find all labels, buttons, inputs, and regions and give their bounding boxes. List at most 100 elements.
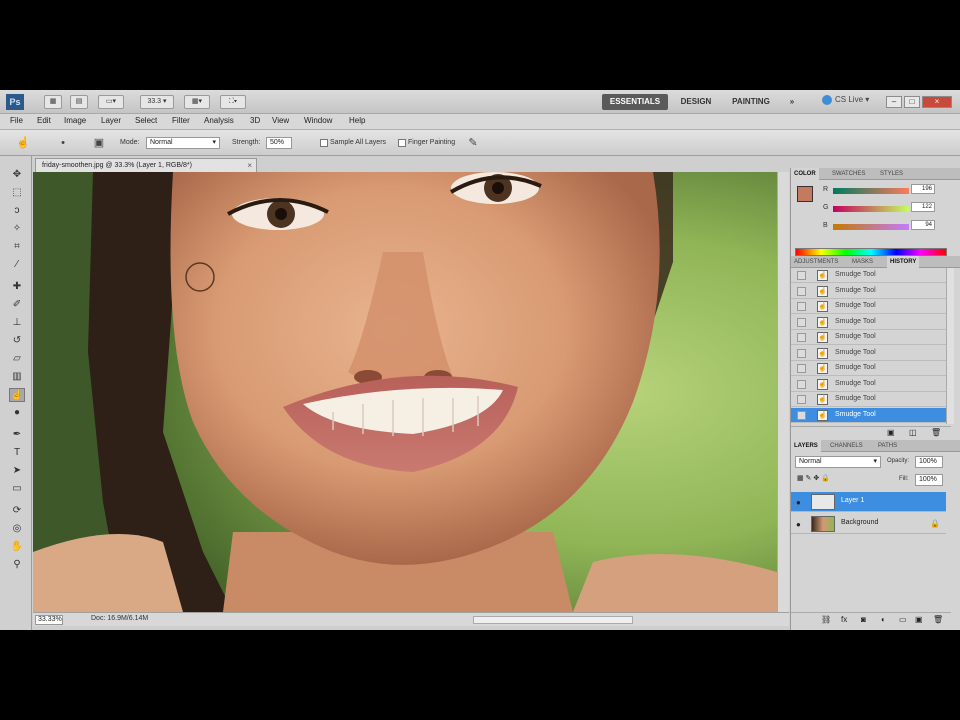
document-tab[interactable]: friday-smoothen.jpg @ 33.3% (Layer 1, RG…	[35, 158, 257, 172]
pen-tool-icon[interactable]: ✒	[9, 428, 25, 442]
adjustment-layer-icon[interactable]: ◐	[881, 615, 886, 624]
new-document-icon[interactable]: ▣	[887, 428, 895, 437]
history-item[interactable]: ☝ Smudge Tool	[791, 392, 946, 407]
shape-tool-icon[interactable]: ▭	[9, 482, 25, 496]
history-source-box[interactable]	[797, 302, 806, 311]
type-tool-icon[interactable]: T	[9, 446, 25, 460]
smudge-tool-preset-icon[interactable]: ☝	[16, 136, 30, 150]
3d-rotate-tool-icon[interactable]: ⟳	[9, 504, 25, 518]
blend-mode-select[interactable]: Normal ▾	[795, 456, 881, 468]
fill-field[interactable]: 100%	[915, 474, 943, 486]
layer-mask-icon[interactable]: ◙	[861, 615, 866, 624]
menu-select[interactable]: Select	[135, 116, 157, 125]
document-canvas[interactable]	[33, 172, 777, 612]
history-source-box[interactable]	[797, 348, 806, 358]
tab-swatches[interactable]: SWATCHES	[829, 168, 868, 180]
launch-bridge-icon[interactable]: ▦	[44, 95, 62, 109]
new-layer-icon[interactable]: ▣	[915, 615, 923, 624]
strength-field[interactable]: 50%	[266, 137, 292, 149]
menu-file[interactable]: File	[10, 116, 23, 125]
gradient-tool-icon[interactable]: ▥	[9, 370, 25, 384]
opacity-field[interactable]: 100%	[915, 456, 943, 468]
view-extras-icon[interactable]: ▭▾	[98, 95, 124, 109]
history-source-box[interactable]	[797, 317, 806, 327]
tab-masks[interactable]: MASKS	[849, 256, 876, 268]
minimize-button[interactable]: –	[886, 96, 902, 108]
brush-preset-icon[interactable]: •	[56, 136, 70, 150]
lock-icons[interactable]: ▦ ✎ ✥ 🔒	[797, 474, 830, 482]
close-button[interactable]: ×	[922, 96, 952, 108]
brush-panel-icon[interactable]: ▣	[92, 136, 106, 150]
mode-select[interactable]: Normal ▾	[146, 137, 220, 149]
marquee-tool-icon[interactable]: ⬚	[9, 186, 25, 200]
history-source-box[interactable]	[797, 379, 806, 389]
menu-filter[interactable]: Filter	[172, 116, 190, 125]
tab-channels[interactable]: CHANNELS	[827, 440, 866, 452]
tab-paths[interactable]: PATHS	[875, 440, 900, 452]
tab-styles[interactable]: STYLES	[877, 168, 906, 180]
green-slider[interactable]	[833, 206, 909, 212]
history-brush-tool-icon[interactable]: ↺	[9, 334, 25, 348]
blue-value-field[interactable]: 94	[911, 220, 935, 230]
history-source-box[interactable]	[797, 395, 806, 404]
menu-image[interactable]: Image	[64, 116, 86, 125]
menu-analysis[interactable]: Analysis	[204, 116, 234, 125]
trash-icon[interactable]: 🗑	[931, 428, 941, 437]
new-snapshot-icon[interactable]: ◫	[909, 428, 917, 437]
document-info[interactable]: Doc: 16.9M/6.14M	[91, 615, 148, 622]
history-item[interactable]: ☝ Smudge Tool	[791, 299, 946, 314]
crop-tool-icon[interactable]: ⌗	[9, 240, 25, 254]
horizontal-scrollbar[interactable]	[473, 616, 633, 624]
zoom-field[interactable]: 33.33%	[35, 615, 63, 625]
tab-color[interactable]: COLOR	[791, 168, 819, 180]
path-selection-tool-icon[interactable]: ➤	[9, 464, 25, 478]
brush-tool-icon[interactable]: ✐	[9, 298, 25, 312]
arrange-documents-icon[interactable]: ▦▾	[184, 95, 210, 109]
history-source-box[interactable]	[797, 410, 806, 420]
lasso-tool-icon[interactable]: ↄ	[9, 204, 25, 218]
green-value-field[interactable]: 122	[911, 202, 935, 212]
history-item[interactable]: ☝ Smudge Tool	[791, 407, 946, 423]
clone-stamp-tool-icon[interactable]: ⊥	[9, 316, 25, 330]
trash-icon[interactable]: 🗑	[933, 615, 943, 624]
eye-icon[interactable]: ●	[796, 520, 801, 529]
history-item[interactable]: ☝ Smudge Tool	[791, 284, 946, 299]
maximize-button[interactable]: □	[904, 96, 920, 108]
tab-history[interactable]: HISTORY	[887, 256, 920, 268]
menu-help[interactable]: Help	[349, 116, 365, 125]
history-item[interactable]: ☝ Smudge Tool	[791, 330, 946, 345]
history-source-box[interactable]	[797, 364, 806, 373]
group-icon[interactable]: ▭	[899, 615, 907, 624]
eraser-tool-icon[interactable]: ▱	[9, 352, 25, 366]
tablet-pressure-icon[interactable]: ✎	[466, 136, 480, 150]
red-value-field[interactable]: 196	[911, 184, 935, 194]
eyedropper-tool-icon[interactable]: ⁄	[9, 258, 25, 272]
workspace-essentials[interactable]: ESSENTIALS	[602, 94, 668, 110]
sample-all-layers-checkbox[interactable]	[320, 139, 328, 147]
tab-adjustments[interactable]: ADJUSTMENTS	[791, 256, 841, 268]
cs-live-button[interactable]: CS Live ▾	[822, 95, 869, 105]
workspace-more[interactable]: »	[784, 94, 800, 110]
history-item[interactable]: ☝ Smudge Tool	[791, 268, 946, 283]
tab-layers[interactable]: LAYERS	[791, 440, 821, 452]
mini-bridge-icon[interactable]: ▤	[70, 95, 88, 109]
move-tool-icon[interactable]: ✥	[9, 168, 25, 182]
blue-slider[interactable]	[833, 224, 909, 230]
zoom-level-menu[interactable]: 33.3 ▾	[140, 95, 174, 109]
3d-orbit-tool-icon[interactable]: ◎	[9, 522, 25, 536]
layer-row[interactable]: ● Background 🔒	[791, 514, 946, 534]
foreground-color-chip[interactable]	[797, 186, 813, 202]
link-layers-icon[interactable]: ⛓	[821, 615, 831, 624]
hand-tool-icon[interactable]: ✋	[9, 540, 25, 554]
red-slider[interactable]	[833, 188, 909, 194]
dodge-tool-icon[interactable]: ●	[9, 406, 25, 420]
eye-icon[interactable]: ●	[796, 498, 801, 507]
quick-selection-tool-icon[interactable]: ✧	[9, 222, 25, 236]
history-scrollbar[interactable]	[946, 268, 954, 424]
vertical-scrollbar[interactable]	[777, 172, 789, 612]
zoom-tool-icon[interactable]: ⚲	[9, 558, 25, 572]
menu-edit[interactable]: Edit	[37, 116, 51, 125]
menu-3d[interactable]: 3D	[250, 116, 260, 125]
smudge-tool-icon[interactable]: ☝	[9, 388, 25, 402]
layer-row[interactable]: ● Layer 1	[791, 492, 946, 512]
